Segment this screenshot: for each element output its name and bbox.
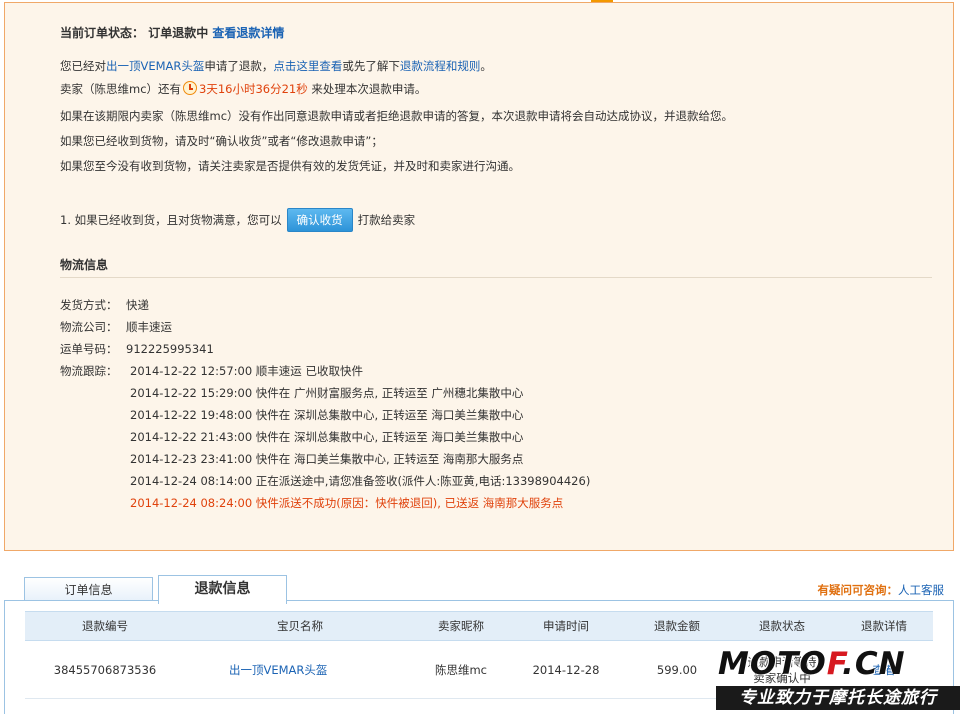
item-name-cell: 出一顶VEMAR头盔 <box>185 640 415 699</box>
notice-line-3: 如果在该期限内卖家（陈思维mc）没有作出同意退款申请或者拒绝退款申请的答复，本次… <box>60 109 734 123</box>
refund-status-cell: 退款申请等待卖家确认中 <box>729 640 835 699</box>
apply-date-cell: 2014-12-28 <box>507 640 625 699</box>
company-value: 顺丰速运 <box>126 320 172 334</box>
column-header: 退款金额 <box>625 611 729 641</box>
countdown-timer: 3天16小时36分21秒 <box>199 82 308 96</box>
confirm-post-text: 打款给卖家 <box>357 213 416 227</box>
confirm-receipt-button[interactable]: 确认收货 <box>286 208 353 232</box>
table-row: 38455706873536 出一顶VEMAR头盔 陈思维mc 2014-12-… <box>25 640 933 699</box>
amount-cell: 599.00 <box>625 640 729 699</box>
notice-text: 或先了解下 <box>342 59 400 73</box>
tracking-number-label: 运单号码： <box>60 342 118 356</box>
item-link[interactable]: 出一顶VEMAR头盔 <box>106 59 204 73</box>
notice-line-2: 卖家（陈思维mc）还有 3天16小时36分21秒 来处理本次退款申请。 <box>60 81 426 97</box>
status-value: 订单退款中 <box>148 26 209 40</box>
logistics-title: 物流信息 <box>60 258 109 272</box>
notice-text: 申请了退款， <box>204 59 274 73</box>
table-header-row: 退款编号 宝贝名称 卖家昵称 申请时间 退款金额 退款状态 退款详情 <box>25 611 933 641</box>
column-header: 宝贝名称 <box>185 611 415 641</box>
column-header: 退款编号 <box>25 611 185 641</box>
notice-text: 。 <box>480 59 492 73</box>
view-here-link[interactable]: 点击这里查看 <box>273 59 342 73</box>
trace-entry: 2014-12-23 23:41:00 快件在 海口美兰集散中心, 正转运至 海… <box>130 452 524 466</box>
view-details-link[interactable]: 查看 <box>873 663 896 677</box>
refund-rules-link[interactable]: 退款流程和规则 <box>400 59 481 73</box>
company-label: 物流公司： <box>60 320 118 334</box>
seller-cell: 陈思维mc <box>415 640 507 699</box>
company-row: 物流公司： 顺丰速运 <box>60 319 172 335</box>
help-contact: 有疑问可咨询：人工客服 <box>818 582 945 598</box>
clock-icon <box>183 81 198 95</box>
order-status: 当前订单状态： 订单退款中 查看退款详情 <box>60 24 284 41</box>
help-label: 有疑问可咨询： <box>817 583 899 597</box>
refund-details-link[interactable]: 查看退款详情 <box>212 26 284 40</box>
section-divider <box>60 277 932 278</box>
column-header: 退款详情 <box>835 611 933 641</box>
notice-text: 来处理本次退款申请。 <box>307 82 427 96</box>
confirm-receipt-row: 1. 如果已经收到货，且对货物满意，您可以 确认收货 打款给卖家 <box>60 208 415 232</box>
trace-entry: 2014-12-24 08:14:00 正在派送途中,请您准备签收(派件人:陈亚… <box>130 474 591 488</box>
tracking-number-row: 运单号码： 912225995341 <box>60 341 214 357</box>
tab-refund-info[interactable]: 退款信息 <box>158 575 287 604</box>
item-name-link[interactable]: 出一顶VEMAR头盔 <box>229 663 327 677</box>
trace-entry: 2014-12-22 15:29:00 快件在 广州财富服务点, 正转运至 广州… <box>130 386 524 400</box>
notice-text: 您已经对 <box>60 59 106 73</box>
trace-row: 物流跟踪： <box>60 363 126 379</box>
ship-method-label: 发货方式： <box>60 298 118 312</box>
trace-entry: 2014-12-22 21:43:00 快件在 深圳总集散中心, 正转运至 海口… <box>130 430 524 444</box>
tracking-number-value: 912225995341 <box>126 342 214 356</box>
notice-line-5: 如果您至今没有收到货物，请关注卖家是否提供有效的发货凭证，并及时和卖家进行沟通。 <box>60 159 520 173</box>
trace-entry: 2014-12-22 12:57:00 顺丰速运 已收取快件 <box>130 364 363 378</box>
trace-entry-latest: 2014-12-24 08:24:00 快件派送不成功(原因：快件被退回), 已… <box>130 496 564 510</box>
customer-service-link[interactable]: 人工客服 <box>898 583 944 597</box>
details-cell: 查看 <box>835 640 933 699</box>
ship-method-row: 发货方式： 快递 <box>60 297 149 313</box>
notice-line-1: 您已经对出一顶VEMAR头盔申请了退款，点击这里查看或先了解下退款流程和规则。 <box>60 58 492 74</box>
column-header: 卖家昵称 <box>415 611 507 641</box>
trace-label: 物流跟踪： <box>60 364 118 378</box>
refund-table-panel: 退款编号 宝贝名称 卖家昵称 申请时间 退款金额 退款状态 退款详情 38455… <box>4 600 954 714</box>
refund-table: 退款编号 宝贝名称 卖家昵称 申请时间 退款金额 退款状态 退款详情 38455… <box>25 611 933 699</box>
confirm-pre-text: 1. 如果已经收到货，且对货物满意，您可以 <box>60 213 282 227</box>
status-label: 当前订单状态： <box>60 26 145 40</box>
notice-text: 卖家（陈思维mc）还有 <box>60 82 182 96</box>
column-header: 退款状态 <box>729 611 835 641</box>
ship-method-value: 快递 <box>126 298 149 312</box>
refund-id-cell: 38455706873536 <box>25 640 185 699</box>
trace-entry: 2014-12-22 19:48:00 快件在 深圳总集散中心, 正转运至 海口… <box>130 408 524 422</box>
column-header: 申请时间 <box>507 611 625 641</box>
notice-line-4: 如果您已经收到货物，请及时“确认收货”或者“修改退款申请”； <box>60 134 383 148</box>
